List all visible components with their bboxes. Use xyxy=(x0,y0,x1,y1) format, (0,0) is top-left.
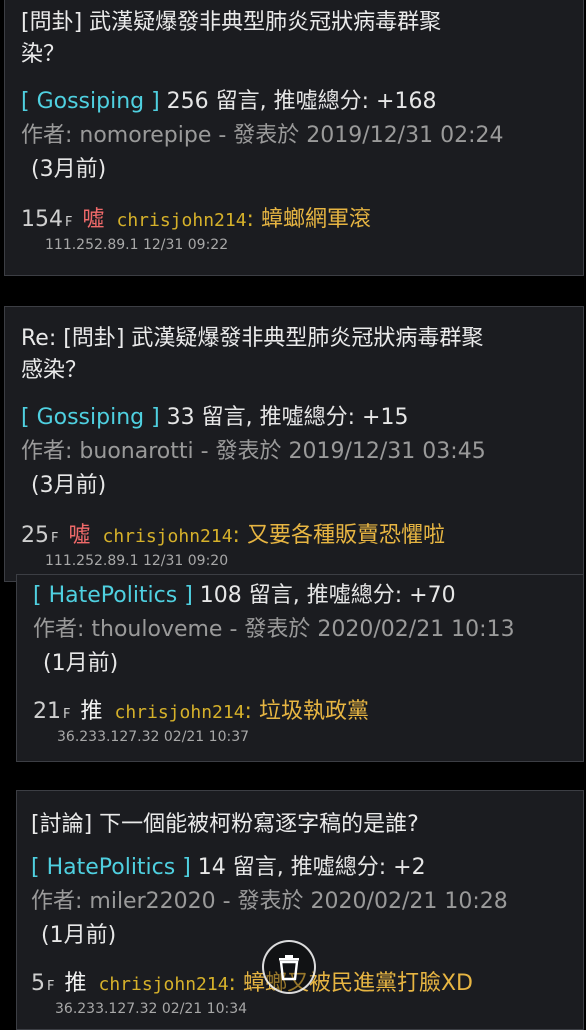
post-card[interactable]: Re: [問卦] 武漢疑爆發非典型肺炎冠狀病毒群聚 感染？ [ Gossipin… xyxy=(4,306,584,582)
boo-tag: 噓 xyxy=(82,207,105,232)
post-title-line: Re: [問卦] 武漢疑爆發非典型肺炎冠狀病毒群聚 xyxy=(21,326,484,351)
post-card[interactable]: [討論] 下一個能被柯粉寫逐字稿的是誰? [ HatePolitics ] 14… xyxy=(16,790,584,1030)
board-name[interactable]: [ Gossiping ] xyxy=(21,405,160,430)
post-stats: 108 留言, 推噓總分: +70 xyxy=(192,583,456,608)
post-stats: 14 留言, 推噓總分: +2 xyxy=(190,855,426,880)
post-age: (1月前) xyxy=(43,651,119,676)
post-title[interactable]: Re: [問卦] 武漢疑爆發非典型肺炎冠狀病毒群聚 感染？ xyxy=(21,323,581,387)
post-stats: 33 留言, 推噓總分: +15 xyxy=(159,405,409,430)
comment-message: 蟑螂網軍滾 xyxy=(253,207,371,232)
post-stats: 256 留言, 推噓總分: +168 xyxy=(159,89,437,114)
post-author-line: 作者: buonarotti - 發表於 2019/12/31 03:45 xyxy=(21,439,486,464)
comment-colon: : xyxy=(232,523,240,548)
post-card[interactable]: [問卦] 武漢疑爆發非典型肺炎冠狀病毒群聚 染？ [ Gossiping ] 2… xyxy=(4,0,584,276)
comment-colon: : xyxy=(246,207,254,232)
push-comment: 21 F 推 chrisjohn214: 垃圾執政黨 36.233.127.32 02… xyxy=(33,693,583,749)
push-comment: 154 F 噓 chrisjohn214: 蟑螂網軍滾 111.252.89.1 12… xyxy=(21,201,581,257)
comment-user: chrisjohn214 xyxy=(116,210,247,231)
floor-number: 25 F xyxy=(21,523,59,548)
boo-tag: 噓 xyxy=(68,523,91,548)
comment-user: chrisjohn214 xyxy=(114,702,245,723)
comment-colon: : xyxy=(228,971,236,996)
push-tag: 推 xyxy=(64,971,87,996)
floor-number: 5F xyxy=(31,971,55,996)
floor-number: 154 F xyxy=(21,207,73,232)
board-name[interactable]: [ HatePolitics ] xyxy=(31,855,191,880)
post-age: (1月前) xyxy=(41,923,117,948)
post-author-line: 作者: thouloveme - 發表於 2020/02/21 10:13 xyxy=(33,617,515,642)
delete-button[interactable] xyxy=(262,940,316,994)
push-tag: 推 xyxy=(80,699,103,724)
comment-meta: 36.233.127.32 02/21 10:37 xyxy=(57,729,250,745)
comment-colon: : xyxy=(244,699,252,724)
post-title[interactable]: [問卦] 武漢疑爆發非典型肺炎冠狀病毒群聚 染？ xyxy=(21,7,571,71)
post-author-line: 作者: miler22020 - 發表於 2020/02/21 10:28 xyxy=(31,889,508,914)
post-card[interactable]: [ HatePolitics ] 108 留言, 推噓總分: +70 作者: t… xyxy=(16,574,584,762)
comment-message: 垃圾執政黨 xyxy=(251,699,369,724)
floor-number: 21 F xyxy=(33,699,71,724)
post-title-line: 染？ xyxy=(21,42,66,67)
comment-meta: 111.252.89.1 12/31 09:22 xyxy=(45,237,229,253)
comment-user: chrisjohn214 xyxy=(102,526,233,547)
board-name[interactable]: [ Gossiping ] xyxy=(21,89,160,114)
post-title-line: [討論] 下一個能被柯粉寫逐字稿的是誰? xyxy=(31,812,419,837)
comment-message: 又要各種販賣恐懼啦 xyxy=(239,523,445,548)
push-comment: 25 F 噓 chrisjohn214: 又要各種販賣恐懼啦 111.252.89.1… xyxy=(21,517,581,573)
post-title-line: 感染？ xyxy=(21,358,88,383)
comment-meta: 36.233.127.32 02/21 10:34 xyxy=(55,1001,248,1017)
post-author-line: 作者: nomorepipe - 發表於 2019/12/31 02:24 xyxy=(21,123,504,148)
post-age: (3月前) xyxy=(31,473,107,498)
post-title[interactable]: [討論] 下一個能被柯粉寫逐字稿的是誰? xyxy=(31,809,581,841)
comment-meta: 111.252.89.1 12/31 09:20 xyxy=(45,553,229,569)
trash-icon xyxy=(279,955,299,981)
post-age: (3月前) xyxy=(31,157,107,182)
comment-user: chrisjohn214 xyxy=(98,974,229,995)
board-name[interactable]: [ HatePolitics ] xyxy=(33,583,193,608)
post-title-line: [問卦] 武漢疑爆發非典型肺炎冠狀病毒群聚 xyxy=(21,10,442,35)
